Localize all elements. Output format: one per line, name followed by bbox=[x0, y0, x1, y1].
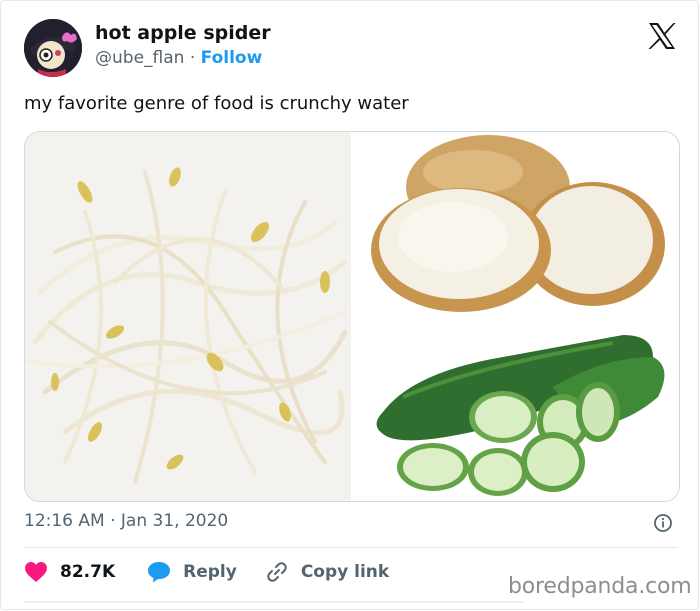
handle-separator: · bbox=[184, 48, 201, 68]
tweet-media-grid[interactable] bbox=[24, 131, 680, 502]
follow-button[interactable]: Follow bbox=[201, 48, 263, 68]
author-display-name[interactable]: hot apple spider bbox=[95, 22, 271, 44]
cucumber-photo[interactable] bbox=[353, 317, 679, 501]
copy-link-button[interactable]: Copy link bbox=[265, 560, 389, 584]
author-handle[interactable]: @ube_flan bbox=[95, 48, 184, 68]
author-handle-row: @ube_flan · Follow bbox=[95, 48, 262, 68]
bean-sprouts-illustration bbox=[25, 132, 351, 501]
date-separator: · bbox=[104, 511, 121, 531]
reply-bubble-icon bbox=[148, 562, 171, 583]
like-count: 82.7K bbox=[60, 562, 116, 582]
reply-box-edge bbox=[24, 601, 524, 603]
bean-sprouts-photo[interactable] bbox=[25, 132, 351, 501]
heart-icon bbox=[25, 562, 47, 582]
like-button[interactable]: 82.7K bbox=[24, 561, 115, 583]
tweet-timestamp[interactable]: 12:16 AM · Jan 31, 2020 bbox=[24, 511, 228, 531]
action-bar: 82.7K Reply Copy link bbox=[24, 557, 389, 587]
copy-link-label: Copy link bbox=[300, 562, 390, 582]
tweet-text: my favorite genre of food is crunchy wat… bbox=[24, 93, 409, 114]
info-icon[interactable] bbox=[653, 513, 673, 533]
avatar-illustration bbox=[24, 19, 82, 77]
jicama-illustration bbox=[353, 132, 679, 315]
avatar[interactable] bbox=[24, 19, 82, 77]
cucumber-illustration bbox=[353, 317, 679, 501]
tweet-time: 12:16 AM bbox=[24, 511, 105, 531]
link-icon bbox=[267, 562, 287, 582]
reply-button[interactable]: Reply bbox=[147, 561, 237, 583]
tweet-date: Jan 31, 2020 bbox=[120, 511, 229, 531]
reply-label: Reply bbox=[183, 562, 237, 582]
x-logo-icon[interactable] bbox=[647, 21, 677, 51]
boredpanda-watermark: boredpanda.com bbox=[508, 574, 692, 599]
tweet-card: hot apple spider @ube_flan · Follow my f… bbox=[0, 0, 699, 610]
jicama-photo[interactable] bbox=[353, 132, 679, 315]
divider bbox=[24, 547, 678, 548]
